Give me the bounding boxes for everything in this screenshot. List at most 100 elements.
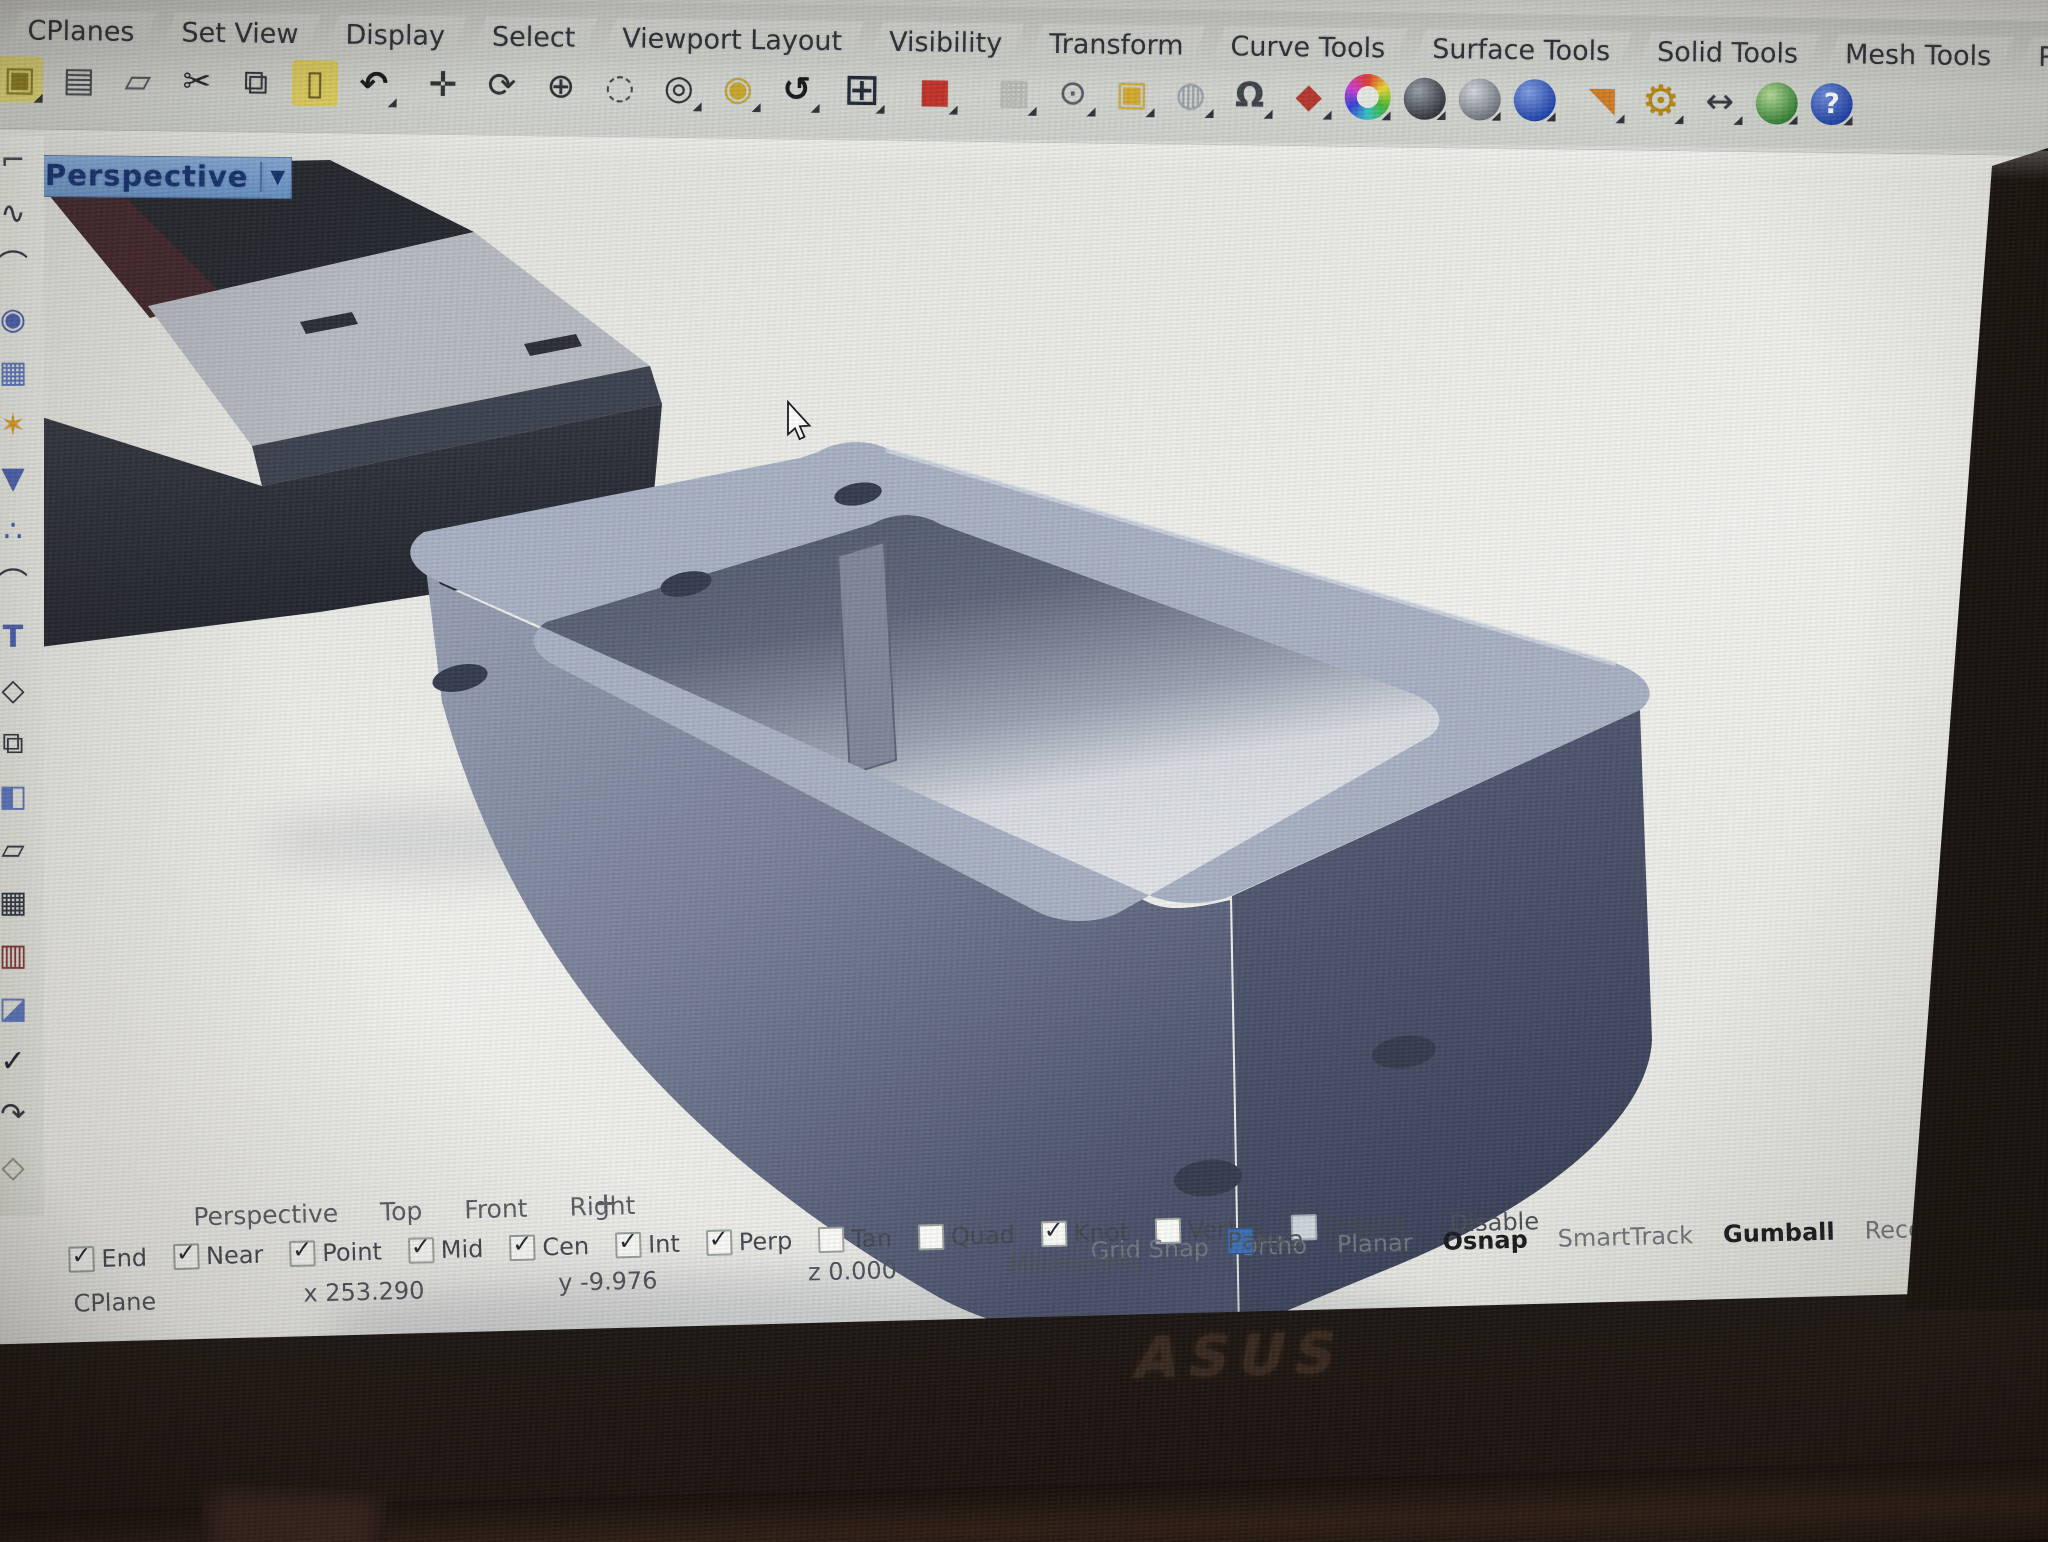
diamond-icon[interactable]: ◇ (0, 666, 40, 719)
export-page-icon[interactable]: ▱ (115, 58, 162, 105)
project-point-icon[interactable]: ▼ (0, 454, 40, 507)
status-toggle[interactable]: Gumball (1723, 1218, 1835, 1249)
arc-icon[interactable]: ⌒ (0, 242, 40, 295)
menu-tab[interactable]: Visibility (867, 21, 1025, 67)
trim-icon[interactable]: ◪ (0, 984, 40, 1037)
osnap-toggle[interactable]: Point (289, 1238, 382, 1268)
viewport-title[interactable]: Perspective (45, 158, 249, 194)
osnap-checkbox[interactable] (615, 1232, 642, 1259)
status-toggle[interactable]: Osnap (1442, 1226, 1528, 1256)
menu-tab[interactable]: CPlanes (5, 10, 157, 56)
osnap-checkbox[interactable] (509, 1235, 536, 1262)
box-icon[interactable]: ◧ (0, 772, 40, 825)
save-icon[interactable]: ▣ (0, 56, 43, 103)
paste-icon[interactable]: ▯ (292, 60, 339, 107)
osnap-label[interactable]: Cen (542, 1232, 589, 1261)
menu-tab[interactable]: Transform (1027, 24, 1206, 70)
osnap-toggle[interactable]: Quad (917, 1221, 1015, 1252)
dimension-icon[interactable]: ↔ (1696, 78, 1743, 125)
menu-tab[interactable]: Viewport Layout (600, 18, 864, 65)
car-icon[interactable]: ■ (912, 68, 959, 115)
viewport-title-bar[interactable]: Perspective ▼ (30, 155, 292, 199)
earth-icon[interactable] (1755, 82, 1798, 125)
cplane-pane[interactable]: CPlane (73, 1287, 156, 1317)
osnap-checkbox[interactable] (818, 1226, 845, 1253)
lock-icon[interactable]: Ω (1226, 72, 1273, 119)
surface-patch-icon[interactable]: ▦ (0, 348, 40, 401)
circle-center-icon[interactable]: ⊙ (1049, 70, 1096, 117)
menu-tab[interactable]: Select (470, 16, 598, 62)
point-cloud-icon[interactable]: ∴ (0, 507, 40, 560)
viewport-tab[interactable]: Top (380, 1196, 423, 1226)
osnap-label[interactable]: Near (206, 1241, 264, 1270)
osnap-checkbox[interactable] (917, 1224, 944, 1251)
undo-view-icon[interactable]: ↺ (774, 66, 821, 113)
osnap-label[interactable]: Point (322, 1238, 382, 1268)
edit-point-icon[interactable]: ⌐ (0, 136, 40, 189)
osnap-label[interactable]: End (101, 1244, 147, 1273)
osnap-checkbox[interactable] (68, 1246, 95, 1273)
rendered-sphere-icon[interactable] (1458, 78, 1501, 121)
osnap-checkbox[interactable] (289, 1240, 316, 1267)
zoom-window-icon[interactable]: ◌ (597, 64, 644, 111)
hidden-objects-icon[interactable]: ▦ (991, 69, 1038, 116)
osnap-toggle[interactable]: Tan (818, 1224, 892, 1254)
status-toggle[interactable]: Planar (1337, 1229, 1413, 1259)
osnap-label[interactable]: Mid (440, 1235, 483, 1264)
menu-tab[interactable]: Set View (159, 12, 321, 58)
rotate-copy-icon[interactable]: ↷ (0, 1090, 40, 1143)
osnap-toggle[interactable]: Cen (509, 1232, 589, 1262)
osnap-label[interactable]: Quad (950, 1221, 1015, 1251)
status-toggle[interactable]: SmartTrack (1557, 1221, 1693, 1253)
plane-icon[interactable]: ▱ (0, 825, 40, 878)
explode-icon[interactable]: ✶ (0, 401, 40, 454)
osnap-toggle[interactable]: Int (615, 1230, 680, 1260)
curve-points-icon[interactable]: ⌒ (0, 560, 40, 613)
new-viewport-icon[interactable]: ✛ (595, 1189, 617, 1219)
chevron-down-icon[interactable]: ▼ (270, 166, 285, 188)
curve-icon[interactable]: ∿ (0, 189, 40, 242)
copy-icon[interactable]: ⧉ (233, 59, 280, 106)
osnap-checkbox[interactable] (408, 1237, 435, 1264)
osnap-label[interactable]: Tan (851, 1224, 892, 1253)
sphere-pair-icon[interactable]: ◉ (0, 295, 40, 348)
osnap-label[interactable]: Int (648, 1230, 680, 1259)
units-pane[interactable]: Millimeters (1008, 1248, 1141, 1279)
block-icon[interactable]: ▥ (0, 931, 40, 984)
osnap-toggle[interactable]: Mid (407, 1235, 483, 1265)
print-icon[interactable]: ▤ (56, 57, 103, 104)
osnap-checkbox[interactable] (705, 1229, 732, 1256)
gear-icon[interactable]: ⚙ (1637, 78, 1684, 125)
render-sphere-icon[interactable] (1513, 79, 1556, 122)
lamp-icon[interactable]: ◍ (1167, 71, 1214, 118)
osnap-checkbox[interactable] (173, 1243, 200, 1270)
help-icon[interactable]: ? (1810, 83, 1853, 126)
array-icon[interactable]: ▦ (0, 878, 40, 931)
status-toggle[interactable]: Record History (1864, 1212, 2041, 1245)
osnap-checkbox[interactable] (1040, 1221, 1067, 1248)
layer-shield-icon[interactable]: ◆ (1285, 73, 1332, 120)
zoom-icon[interactable]: ⊕ (538, 63, 585, 110)
menu-tab[interactable]: Solid Tools (1635, 32, 1820, 78)
text-icon[interactable]: T (0, 613, 40, 666)
pan-hand-icon[interactable]: ✛ (420, 62, 467, 109)
osnap-toggle[interactable]: Near (173, 1241, 264, 1271)
osnap-toggle[interactable]: End (68, 1244, 147, 1274)
check-icon[interactable]: ✓ (0, 1037, 40, 1090)
undo-icon[interactable]: ↶ (351, 61, 398, 108)
color-wheel-icon[interactable] (1344, 74, 1391, 121)
rotate-view-icon[interactable]: ⟳ (479, 62, 526, 109)
menu-tab[interactable]: Curve Tools (1208, 26, 1407, 73)
zoom-extents-icon[interactable]: ◎ (656, 65, 703, 112)
object-properties-icon[interactable]: ▣ (1108, 71, 1155, 118)
group-icon[interactable]: ⧉ (0, 719, 40, 772)
menu-tab[interactable]: Display (323, 14, 467, 60)
osnap-label[interactable]: Perp (738, 1227, 792, 1256)
menu-tab[interactable]: Surface Tools (1410, 29, 1633, 76)
viewport-tab[interactable]: Front (464, 1194, 528, 1225)
osnap-toggle[interactable]: Perp (705, 1227, 792, 1257)
cut-icon[interactable]: ✂ (174, 58, 221, 105)
shaded-sphere-icon[interactable] (1403, 78, 1446, 121)
menu-tab[interactable]: Render Tools (2016, 37, 2048, 84)
menu-tab[interactable]: Mesh Tools (1823, 34, 2014, 80)
